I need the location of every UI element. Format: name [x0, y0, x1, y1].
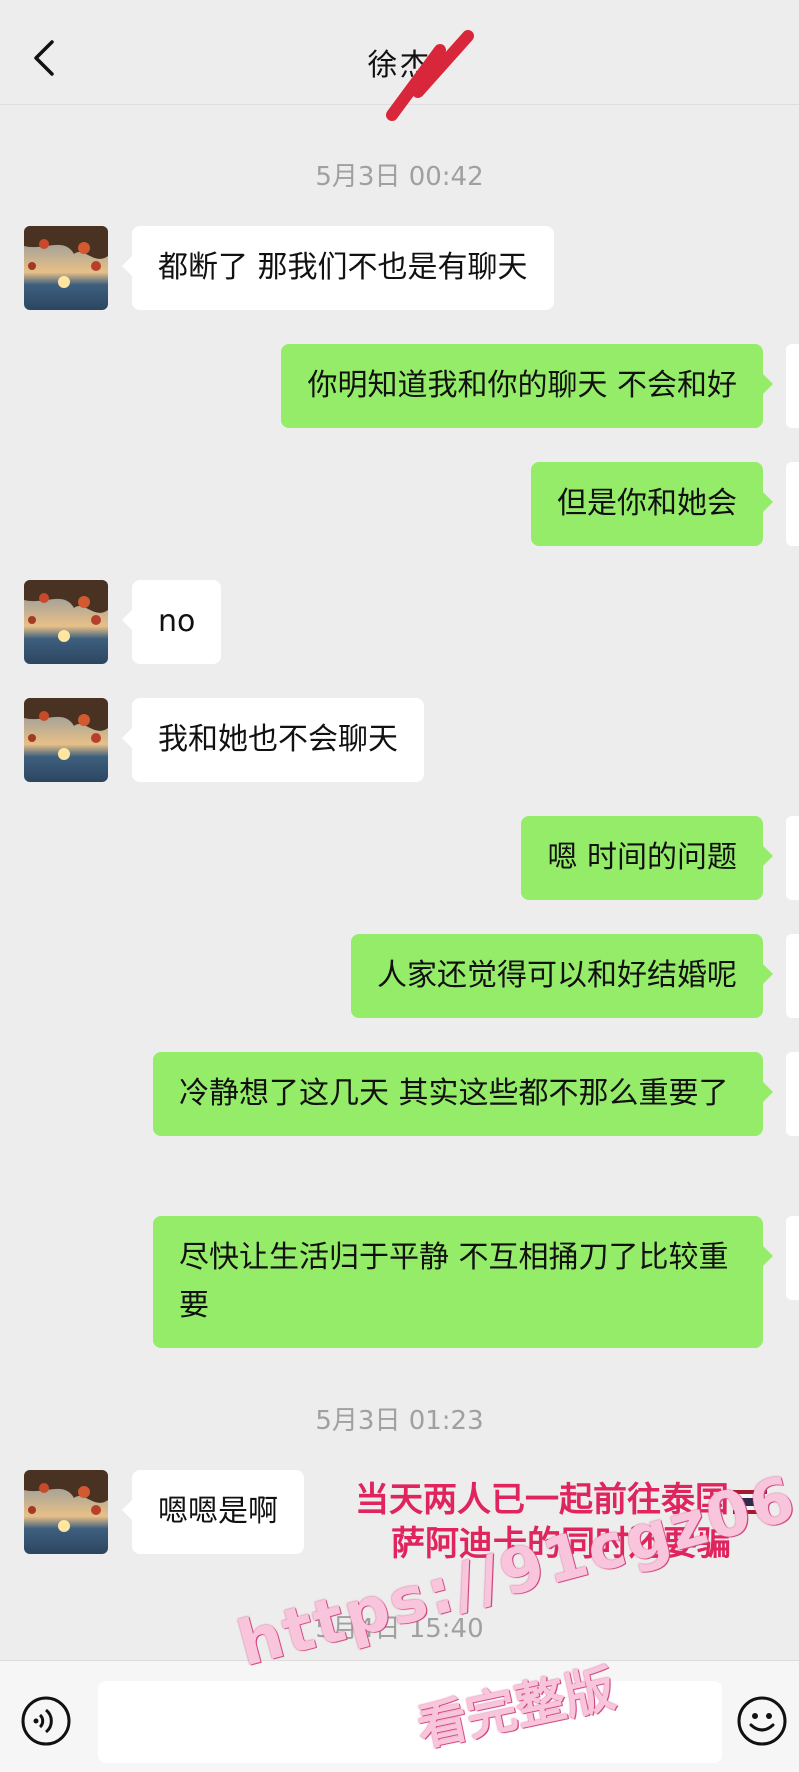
message-bubble-outgoing[interactable]: 尽快让生活归于平静 不互相捅刀了比较重要 — [153, 1216, 773, 1348]
emoji-icon[interactable] — [736, 1695, 788, 1747]
message-bubble-outgoing[interactable]: 冷静想了这几天 其实这些都不那么重要了 — [153, 1052, 773, 1136]
self-avatar-edge — [786, 1216, 799, 1300]
message-bubble-incoming[interactable]: no — [121, 580, 222, 664]
self-avatar-edge — [786, 344, 799, 428]
timestamp: 5月3日 00:42 — [315, 162, 484, 192]
voice-icon[interactable] — [20, 1695, 72, 1747]
redaction-scribble — [386, 30, 474, 121]
self-avatar-edge — [786, 934, 799, 1018]
message-bubble-incoming[interactable]: 都断了 那我们不也是有聊天 — [122, 226, 554, 310]
contact-avatar[interactable] — [24, 580, 108, 664]
timestamp: 5月3日 01:23 — [315, 1406, 484, 1436]
contact-avatar[interactable] — [24, 1470, 108, 1554]
contact-avatar[interactable] — [24, 698, 108, 782]
message-bubble-incoming[interactable]: 我和她也不会聊天 — [122, 698, 424, 782]
self-avatar-edge — [786, 816, 799, 900]
self-avatar-edge — [786, 1052, 799, 1136]
contact-avatar[interactable] — [24, 226, 108, 310]
message-bubble-outgoing[interactable]: 人家还觉得可以和好结婚呢 — [351, 934, 773, 1018]
message-bubble-outgoing[interactable]: 你明知道我和你的聊天 不会和好 — [281, 344, 773, 428]
message-bubble-incoming[interactable]: 嗯嗯是啊 — [122, 1470, 304, 1554]
self-avatar-edge — [786, 462, 799, 546]
input-bar — [0, 1660, 799, 1772]
message-bubble-outgoing[interactable]: 嗯 时间的问题 — [521, 816, 773, 900]
message-bubble-outgoing[interactable]: 但是你和她会 — [531, 462, 773, 546]
chat-header: 徐杰 — [0, 0, 799, 121]
